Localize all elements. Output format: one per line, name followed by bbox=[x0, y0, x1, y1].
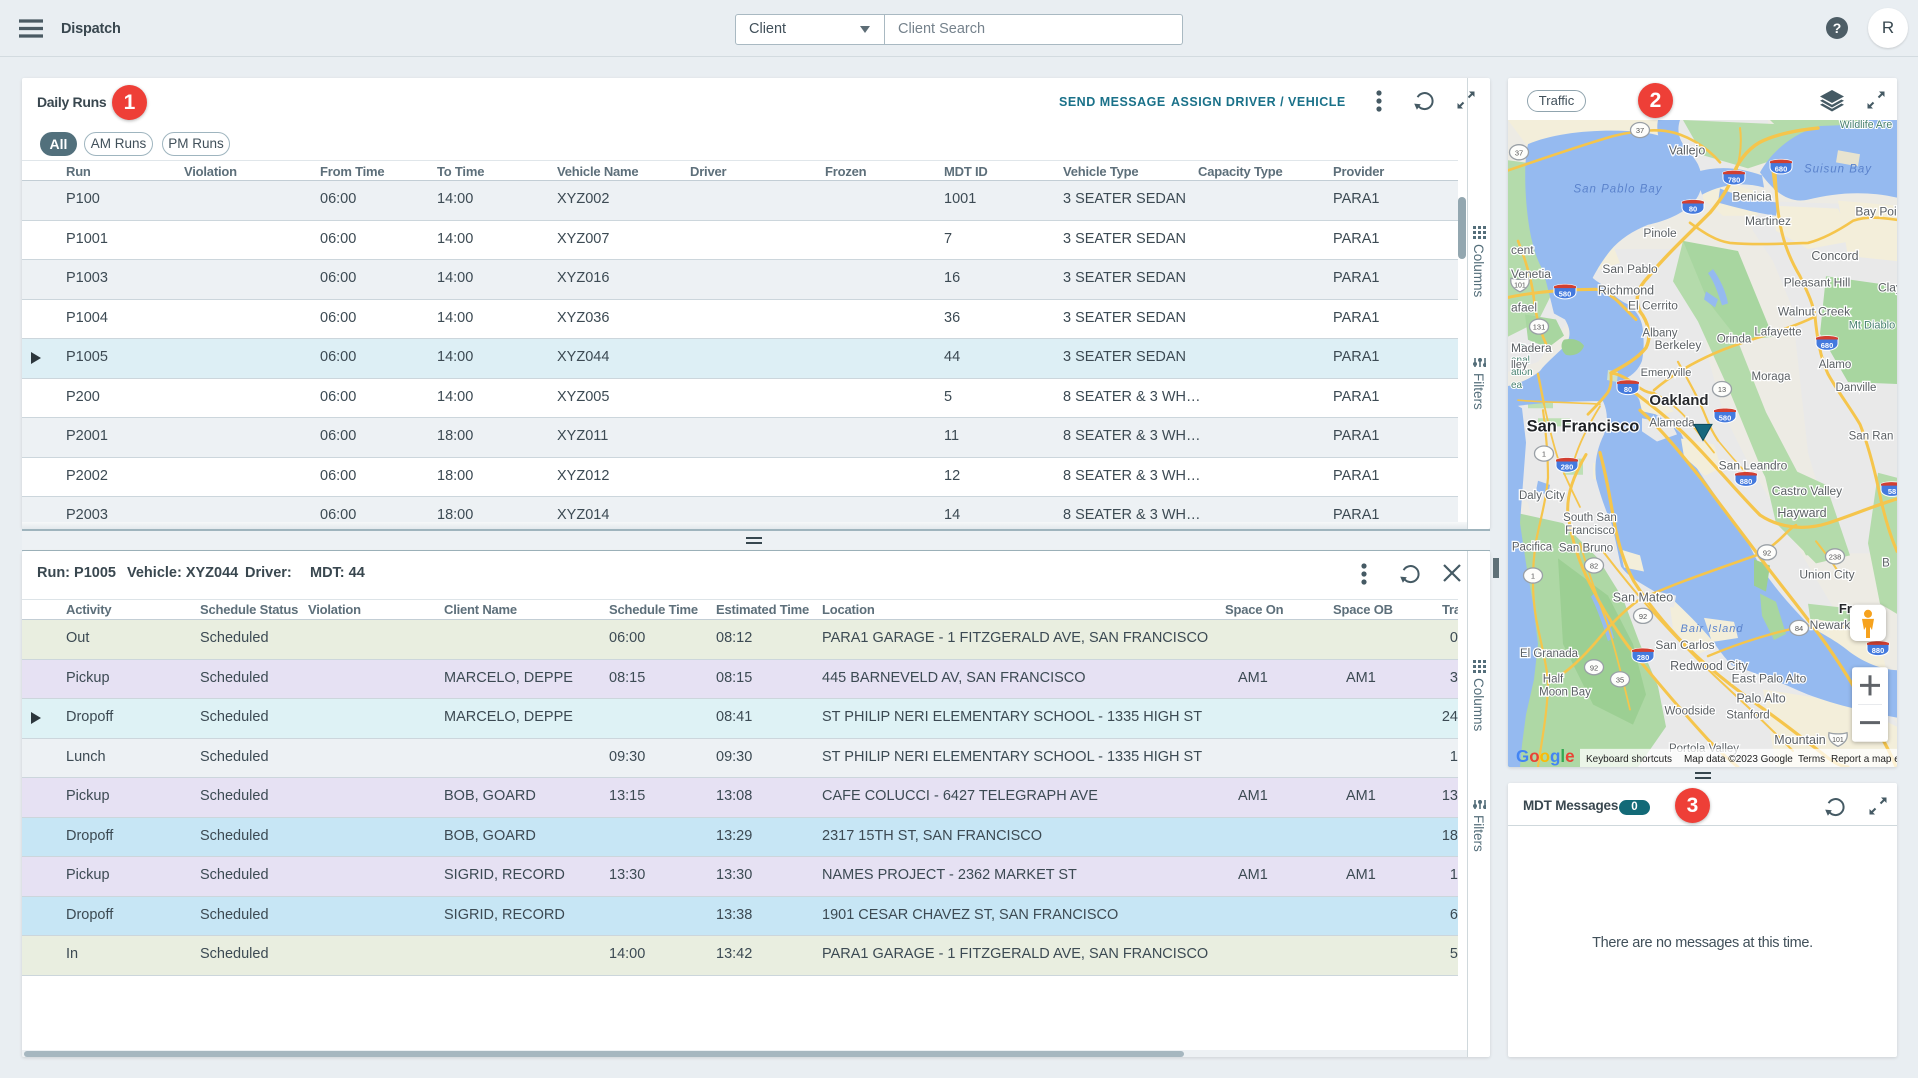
svg-text:Venetia: Venetia bbox=[1511, 267, 1551, 281]
svg-text:Vallejo: Vallejo bbox=[1669, 143, 1706, 157]
svg-text:Suisun Bay: Suisun Bay bbox=[1804, 163, 1872, 175]
svg-text:Map data ©2023 Google: Map data ©2023 Google bbox=[1684, 754, 1793, 765]
svg-text:Half: Half bbox=[1543, 673, 1564, 685]
svg-text:Pinole: Pinole bbox=[1643, 226, 1677, 240]
svg-text:680: 680 bbox=[1775, 164, 1787, 173]
svg-text:Francisco: Francisco bbox=[1565, 525, 1615, 537]
svg-text:880: 880 bbox=[1872, 646, 1884, 655]
svg-text:101: 101 bbox=[1832, 737, 1844, 744]
svg-text:Madera: Madera bbox=[1511, 341, 1552, 355]
svg-text:Hayward: Hayward bbox=[1777, 506, 1826, 520]
svg-text:Danville: Danville bbox=[1836, 382, 1877, 394]
svg-text:Bay Poir: Bay Poir bbox=[1855, 205, 1897, 219]
svg-text:37: 37 bbox=[1636, 126, 1644, 135]
svg-text:580: 580 bbox=[1559, 289, 1571, 298]
svg-text:San Francisco: San Francisco bbox=[1527, 416, 1640, 435]
svg-text:Clay: Clay bbox=[1878, 280, 1897, 294]
svg-text:Pacifica: Pacifica bbox=[1512, 541, 1553, 553]
svg-text:Keyboard shortcuts: Keyboard shortcuts bbox=[1586, 754, 1672, 765]
svg-text:El Granada: El Granada bbox=[1520, 648, 1579, 660]
svg-text:Walnut Creek: Walnut Creek bbox=[1778, 304, 1851, 318]
svg-text:880: 880 bbox=[1740, 477, 1752, 486]
svg-text:Palo Alto: Palo Alto bbox=[1736, 691, 1785, 705]
svg-text:Orinda: Orinda bbox=[1717, 334, 1752, 346]
svg-text:92: 92 bbox=[1763, 548, 1771, 557]
svg-text:B: B bbox=[1882, 557, 1890, 569]
svg-text:Stanford: Stanford bbox=[1726, 710, 1769, 722]
svg-text:El Cerrito: El Cerrito bbox=[1628, 298, 1678, 312]
svg-text:131: 131 bbox=[1533, 323, 1545, 332]
svg-text:Concord: Concord bbox=[1811, 249, 1858, 263]
svg-text:Alamo: Alamo bbox=[1819, 359, 1852, 371]
svg-text:13: 13 bbox=[1718, 385, 1726, 394]
svg-text:Bair Island: Bair Island bbox=[1681, 623, 1744, 635]
svg-text:Oakland: Oakland bbox=[1649, 392, 1708, 409]
svg-text:82: 82 bbox=[1590, 561, 1598, 570]
svg-text:280: 280 bbox=[1637, 653, 1649, 662]
svg-text:Terms: Terms bbox=[1798, 754, 1825, 765]
svg-text:cent: cent bbox=[1511, 243, 1534, 257]
svg-text:Google: Google bbox=[1516, 747, 1575, 766]
svg-text:238: 238 bbox=[1829, 552, 1841, 561]
svg-text:lley: lley bbox=[1511, 359, 1528, 371]
svg-text:East Palo Alto: East Palo Alto bbox=[1732, 671, 1807, 685]
svg-text:680: 680 bbox=[1821, 341, 1833, 350]
svg-text:South San: South San bbox=[1563, 512, 1617, 524]
svg-text:Moon Bay: Moon Bay bbox=[1539, 686, 1591, 698]
svg-text:Mt Diablo: Mt Diablo bbox=[1849, 320, 1895, 332]
svg-text:Martinez: Martinez bbox=[1745, 214, 1791, 228]
svg-text:Berkeley: Berkeley bbox=[1655, 338, 1702, 352]
svg-text:Wildlife Are: Wildlife Are bbox=[1840, 120, 1893, 131]
svg-text:Union City: Union City bbox=[1799, 568, 1854, 582]
svg-text:1: 1 bbox=[1531, 572, 1535, 581]
svg-text:580: 580 bbox=[1719, 413, 1731, 422]
svg-text:San Pablo Bay: San Pablo Bay bbox=[1574, 184, 1663, 196]
svg-text:58: 58 bbox=[1888, 487, 1896, 496]
svg-text:San Leandro: San Leandro bbox=[1719, 459, 1788, 473]
svg-text:Richmond: Richmond bbox=[1598, 283, 1654, 297]
svg-text:Alameda: Alameda bbox=[1649, 417, 1695, 429]
svg-text:Daly City: Daly City bbox=[1519, 490, 1565, 502]
svg-text:Newark: Newark bbox=[1810, 618, 1852, 632]
svg-text:San Mateo: San Mateo bbox=[1613, 591, 1673, 605]
svg-text:Woodside: Woodside bbox=[1665, 706, 1716, 718]
svg-text:35: 35 bbox=[1616, 675, 1624, 684]
svg-text:Mountain: Mountain bbox=[1774, 733, 1825, 747]
svg-text:afael: afael bbox=[1511, 300, 1537, 314]
svg-text:San Carlos: San Carlos bbox=[1655, 638, 1714, 652]
svg-text:Pleasant Hill: Pleasant Hill bbox=[1784, 275, 1851, 289]
svg-text:Lafayette: Lafayette bbox=[1754, 327, 1801, 339]
svg-text:Emeryville: Emeryville bbox=[1641, 367, 1692, 379]
svg-text:92: 92 bbox=[1639, 612, 1647, 621]
svg-text:280: 280 bbox=[1561, 463, 1573, 472]
svg-text:80: 80 bbox=[1689, 205, 1697, 214]
svg-text:92: 92 bbox=[1590, 663, 1598, 672]
svg-text:San Ran: San Ran bbox=[1849, 430, 1894, 442]
svg-text:Report a map error: Report a map error bbox=[1831, 754, 1897, 765]
svg-text:Castro Valley: Castro Valley bbox=[1772, 484, 1842, 498]
svg-text:1: 1 bbox=[1542, 450, 1546, 459]
svg-text:780: 780 bbox=[1728, 175, 1740, 184]
svg-text:37: 37 bbox=[1515, 148, 1523, 157]
svg-text:Moraga: Moraga bbox=[1752, 371, 1792, 383]
svg-text:Benicia: Benicia bbox=[1732, 190, 1772, 204]
svg-text:80: 80 bbox=[1624, 385, 1632, 394]
svg-text:ea: ea bbox=[1511, 380, 1523, 391]
svg-text:84: 84 bbox=[1795, 624, 1803, 633]
svg-text:San Pablo: San Pablo bbox=[1602, 262, 1658, 276]
svg-text:101: 101 bbox=[1514, 282, 1526, 289]
svg-text:San Bruno: San Bruno bbox=[1559, 542, 1613, 554]
